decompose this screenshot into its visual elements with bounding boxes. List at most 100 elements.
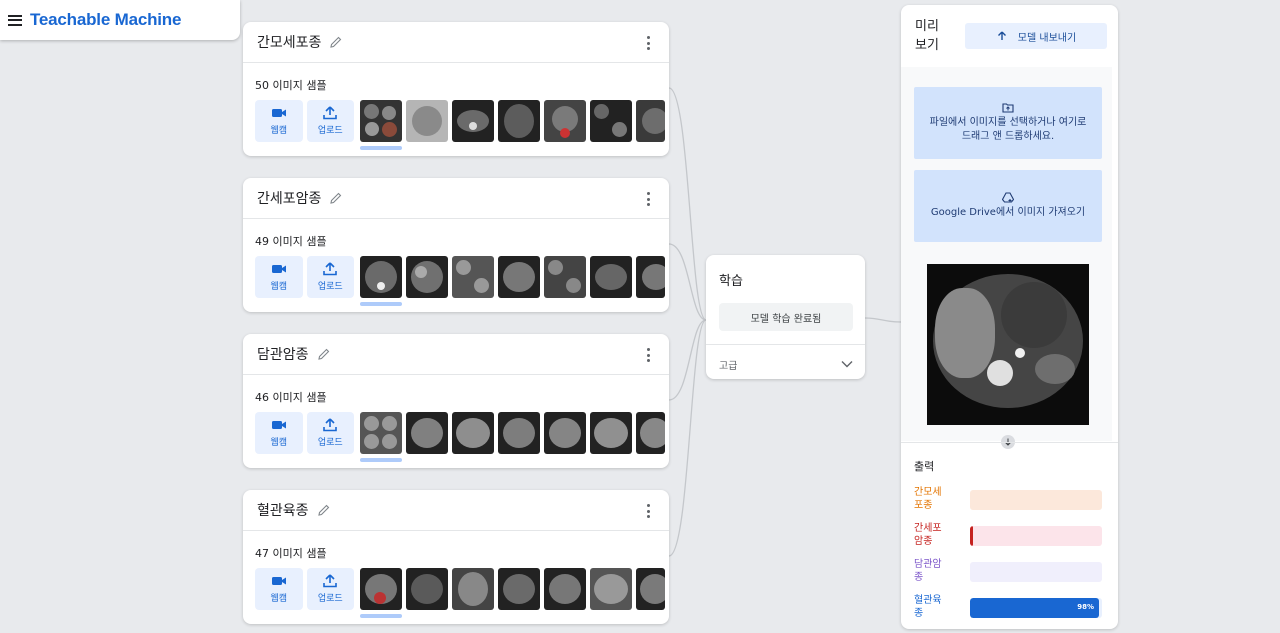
confidence-fill [970, 526, 973, 546]
webcam-button[interactable]: 웹캠 [255, 100, 303, 142]
class-name[interactable]: 담관암종 [257, 344, 309, 364]
sample-thumbnail[interactable] [544, 568, 586, 610]
sample-thumbnail[interactable] [498, 412, 540, 454]
output-label: 담관암종 [914, 559, 942, 583]
train-model-button[interactable]: 모델 학습 완료됨 [719, 303, 853, 331]
class-name[interactable]: 간모세포종 [257, 32, 321, 52]
sample-thumbnail[interactable] [452, 412, 494, 454]
scroll-indicator[interactable] [360, 302, 402, 306]
sample-thumbnails [360, 256, 669, 306]
sample-thumbnail[interactable] [452, 100, 494, 142]
preview-panel: 미리보기 모델 내보내기 파일에서 이미지를 선택하거나 여기로 드래그 앤 드… [901, 5, 1118, 629]
confidence-bar [970, 490, 1102, 510]
webcam-icon [271, 577, 286, 585]
sample-thumbnails [360, 100, 669, 150]
webcam-button[interactable]: 웹캠 [255, 412, 303, 454]
sample-thumbnail[interactable] [590, 412, 632, 454]
sample-thumbnail[interactable] [498, 568, 540, 610]
output-title: 출력 [914, 460, 935, 473]
google-drive-icon [1002, 192, 1014, 203]
divider [901, 442, 1118, 443]
menu-icon[interactable] [8, 14, 22, 26]
class-card: 간세포암종 49 이미지 샘플 웹캠 업로드 [243, 178, 669, 312]
export-model-button[interactable]: 모델 내보내기 [965, 23, 1107, 49]
scrollbar[interactable] [1112, 67, 1118, 441]
more-options-icon[interactable] [647, 36, 651, 50]
scroll-indicator[interactable] [360, 458, 402, 462]
output-row: 담관암종 [914, 558, 1104, 588]
upload-button[interactable]: 업로드 [306, 100, 354, 142]
sample-thumbnail[interactable] [406, 256, 448, 298]
export-label: 모델 내보내기 [1017, 32, 1077, 44]
app-header: Teachable Machine [0, 0, 240, 40]
sample-thumbnail[interactable] [590, 100, 632, 142]
sample-thumbnail[interactable] [406, 568, 448, 610]
google-drive-button[interactable]: Google Drive에서 이미지 가져오기 [914, 170, 1102, 242]
sample-thumbnails [360, 412, 669, 462]
sample-thumbnail[interactable] [360, 256, 402, 298]
sample-thumbnail[interactable] [636, 100, 665, 142]
sample-thumbnail[interactable] [544, 256, 586, 298]
output-label: 간모세포종 [914, 487, 942, 511]
sample-thumbnail[interactable] [498, 256, 540, 298]
google-drive-text: Google Drive에서 이미지 가져오기 [930, 207, 1086, 218]
sample-thumbnail[interactable] [452, 256, 494, 298]
sample-count: 50 이미지 샘플 [255, 79, 327, 92]
upload-icon [323, 262, 338, 276]
sample-thumbnail[interactable] [360, 100, 402, 142]
preview-title: 미리보기 [915, 19, 939, 53]
sample-thumbnail[interactable] [360, 412, 402, 454]
advanced-label: 고급 [719, 360, 738, 372]
sample-thumbnail[interactable] [636, 256, 665, 298]
confidence-bar [970, 526, 1102, 546]
scroll-indicator[interactable] [360, 146, 402, 150]
sample-thumbnail[interactable] [636, 412, 665, 454]
sample-thumbnail[interactable] [406, 100, 448, 142]
preview-image [927, 264, 1089, 425]
training-card: 학습 모델 학습 완료됨 고급 [706, 255, 865, 379]
upload-button[interactable]: 업로드 [306, 256, 354, 298]
sample-thumbnail[interactable] [636, 568, 665, 610]
scroll-indicator[interactable] [360, 614, 402, 618]
more-options-icon[interactable] [647, 504, 651, 518]
sample-thumbnail[interactable] [452, 568, 494, 610]
class-card-header: 간세포암종 [243, 178, 669, 219]
confidence-percent: 98% [1077, 603, 1094, 611]
pencil-icon[interactable] [317, 503, 331, 517]
sample-thumbnail[interactable] [544, 100, 586, 142]
more-options-icon[interactable] [647, 348, 651, 362]
upload-button[interactable]: 업로드 [306, 568, 354, 610]
class-name[interactable]: 간세포암종 [257, 188, 321, 208]
output-label: 혈관육종 [914, 595, 942, 619]
confidence-fill: 98% [970, 598, 1099, 618]
sample-count: 49 이미지 샘플 [255, 235, 327, 248]
class-card: 간모세포종 50 이미지 샘플 웹캠 업로드 [243, 22, 669, 156]
output-row: 혈관육종 98% [914, 594, 1104, 624]
advanced-toggle[interactable]: 고급 [706, 345, 865, 383]
class-name[interactable]: 혈관육종 [257, 500, 309, 520]
class-card: 담관암종 46 이미지 샘플 웹캠 업로드 [243, 334, 669, 468]
app-title[interactable]: Teachable Machine [30, 10, 181, 30]
sample-thumbnail[interactable] [406, 412, 448, 454]
training-title: 학습 [719, 274, 743, 289]
sample-count: 46 이미지 샘플 [255, 391, 327, 404]
upload-icon [323, 418, 338, 432]
pencil-icon[interactable] [329, 35, 343, 49]
sample-thumbnail[interactable] [360, 568, 402, 610]
webcam-button[interactable]: 웹캠 [255, 256, 303, 298]
sample-thumbnail[interactable] [590, 256, 632, 298]
sample-thumbnail[interactable] [590, 568, 632, 610]
upload-button[interactable]: 업로드 [306, 412, 354, 454]
output-row: 간세포암종 [914, 522, 1104, 552]
pencil-icon[interactable] [317, 347, 331, 361]
class-card: 혈관육종 47 이미지 샘플 웹캠 업로드 [243, 490, 669, 624]
export-icon [997, 31, 1006, 40]
webcam-button[interactable]: 웹캠 [255, 568, 303, 610]
class-card-header: 혈관육종 [243, 490, 669, 531]
sample-thumbnail[interactable] [544, 412, 586, 454]
preview-input-area[interactable]: 파일에서 이미지를 선택하거나 여기로 드래그 앤 드롭하세요. Google … [901, 67, 1118, 441]
file-drop-zone[interactable]: 파일에서 이미지를 선택하거나 여기로 드래그 앤 드롭하세요. [914, 87, 1102, 159]
pencil-icon[interactable] [329, 191, 343, 205]
sample-thumbnail[interactable] [498, 100, 540, 142]
more-options-icon[interactable] [647, 192, 651, 206]
